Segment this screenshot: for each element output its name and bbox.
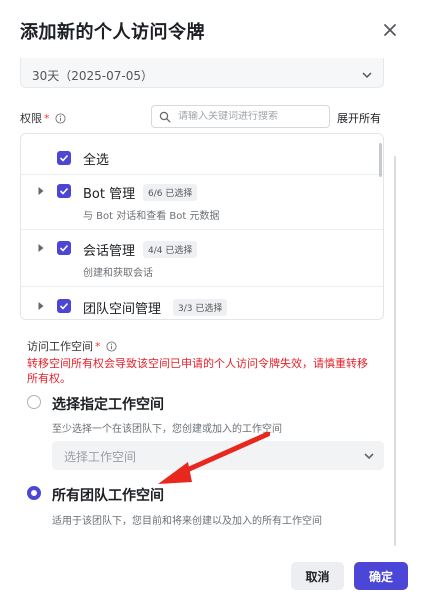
dialog-scrollbar[interactable] — [394, 156, 396, 546]
info-icon — [105, 340, 117, 352]
cancel-button[interactable]: 取消 — [291, 562, 344, 590]
confirm-button[interactable]: 确定 — [354, 562, 408, 590]
caret-right-icon[interactable] — [37, 243, 45, 253]
close-icon[interactable] — [380, 20, 400, 40]
search-icon — [159, 111, 171, 122]
expand-all-link[interactable]: 展开所有 — [337, 110, 381, 126]
check-icon — [59, 244, 69, 252]
select-all-label: 全选 — [83, 153, 110, 168]
permission-name: 团队空间管理 — [83, 302, 162, 317]
annotation-arrow — [158, 432, 270, 484]
permissions-label-text: 权限 — [20, 112, 42, 125]
permission-desc: 与 Bot 对话和查看 Bot 元数据 — [83, 211, 220, 222]
divider — [21, 229, 383, 230]
ownership-warning: 转移空间所有权会导致该空间已申请的个人访问令牌失效，请慎重转移所有权。 — [27, 357, 368, 385]
chevron-down-icon — [362, 72, 372, 79]
check-icon — [59, 154, 69, 162]
permission-checkbox[interactable] — [57, 241, 71, 255]
expiry-select[interactable]: 30天（2025-07-05） — [20, 58, 384, 88]
search-input[interactable] — [178, 111, 318, 122]
all-workspaces-desc: 适用于该团队下，您目前和将来创建以及加入的所有工作空间 — [52, 516, 322, 527]
info-icon — [54, 112, 66, 124]
permission-search[interactable] — [151, 105, 330, 128]
workspace-label-text: 访问工作空间 — [27, 340, 93, 353]
caret-right-icon[interactable] — [37, 186, 45, 196]
permission-badge: 3/3 已选择 — [173, 299, 228, 316]
check-icon — [59, 302, 69, 310]
permissions-label: 权限 * — [20, 110, 66, 126]
permission-desc: 创建和获取会话 — [83, 268, 153, 279]
workspace-label: 访问工作空间 * — [27, 338, 117, 354]
permission-checkbox[interactable] — [57, 299, 71, 313]
permission-name: Bot 管理 — [83, 187, 136, 202]
divider — [21, 286, 383, 287]
permission-tree: 全选 Bot 管理 6/6 已选择 与 Bot 对话和查看 Bot 元数据 会话… — [20, 133, 384, 320]
divider — [21, 174, 383, 175]
expiry-value: 30天（2025-07-05） — [32, 69, 154, 83]
add-token-dialog: 添加新的个人访问令牌 30天（2025-07-05） 权限* 展开所有 全选 B… — [0, 0, 431, 603]
permission-name: 会话管理 — [83, 244, 136, 259]
all-workspaces-label[interactable]: 所有团队工作空间 — [52, 485, 164, 505]
permission-checkbox[interactable] — [57, 184, 71, 198]
specific-workspace-radio[interactable] — [27, 395, 41, 409]
workspace-select-placeholder: 选择工作空间 — [64, 450, 137, 464]
all-workspaces-radio[interactable] — [27, 486, 41, 500]
select-all-checkbox[interactable] — [57, 151, 71, 165]
permission-badge: 4/4 已选择 — [143, 241, 198, 258]
required-mark: * — [44, 111, 50, 125]
specific-workspace-label[interactable]: 选择指定工作空间 — [52, 394, 164, 414]
permission-badge: 6/6 已选择 — [143, 184, 198, 201]
caret-right-icon[interactable] — [37, 301, 45, 311]
dialog-title: 添加新的个人访问令牌 — [20, 22, 205, 43]
required-mark: * — [95, 339, 101, 353]
tree-scrollbar[interactable] — [379, 143, 382, 177]
check-icon — [59, 187, 69, 195]
chevron-down-icon — [364, 453, 374, 460]
